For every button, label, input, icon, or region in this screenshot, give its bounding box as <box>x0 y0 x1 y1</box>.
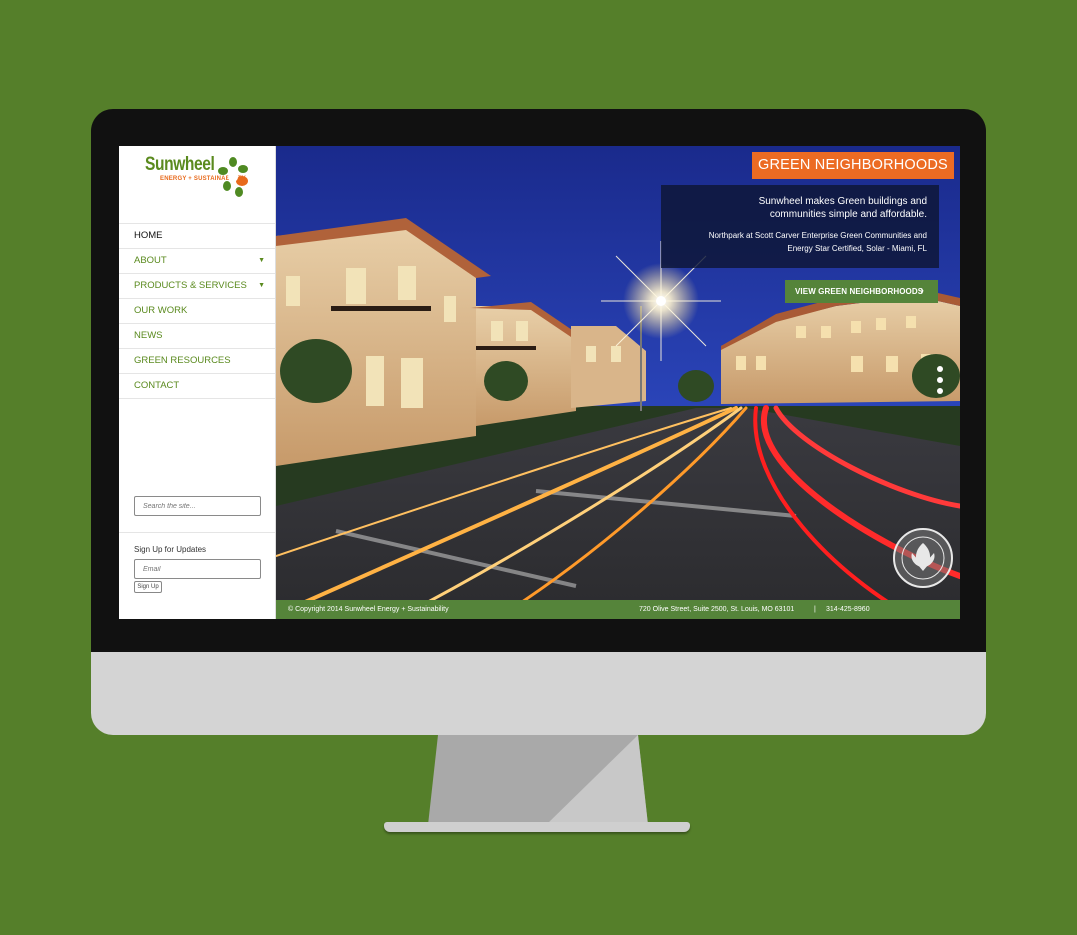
nav-item-contact[interactable]: CONTACT <box>119 374 275 399</box>
usgbc-member-badge <box>893 528 953 588</box>
slide-pagination <box>937 366 945 399</box>
hero-category-tag: GREEN NEIGHBORHOODS <box>752 152 954 179</box>
hero-headline: Sunwheel makes Green buildings and commu… <box>758 196 927 220</box>
slide-dot[interactable] <box>937 388 943 394</box>
caret-down-icon[interactable]: ▼ <box>258 249 265 273</box>
caret-down-icon[interactable]: ▼ <box>258 274 265 298</box>
site-footer: © Copyright 2014 Sunwheel Energy + Susta… <box>276 600 960 619</box>
nav-item-news[interactable]: NEWS <box>119 324 275 349</box>
copyright-text: © Copyright 2014 Sunwheel Energy + Susta… <box>288 606 449 613</box>
hero-slideshow: GREEN NEIGHBORHOODS Sunwheel makes Green… <box>276 146 960 619</box>
sunwheel-logo[interactable]: Sunwheel ENERGY + SUSTAINABILITY <box>145 152 255 200</box>
nav-item-our-work[interactable]: OUR WORK <box>119 299 275 324</box>
nav-item-home[interactable]: HOME <box>119 224 275 249</box>
slide-dot[interactable] <box>937 377 943 383</box>
hero-caption: Sunwheel makes Green buildings and commu… <box>661 185 939 268</box>
nav-item-about[interactable]: ABOUT ▼ <box>119 249 275 274</box>
footer-separator: | <box>814 606 816 613</box>
sunwheel-leaf-icon <box>218 157 248 197</box>
nav-item-products-services[interactable]: PRODUCTS & SERVICES ▼ <box>119 274 275 299</box>
monitor-stand-base <box>384 822 690 832</box>
chevron-right-icon: › <box>920 285 924 297</box>
sidebar: Sunwheel ENERGY + SUSTAINABILITY HOME AB… <box>119 146 276 619</box>
monitor-chin <box>91 652 986 735</box>
sign-up-button[interactable]: Sign Up <box>134 581 162 593</box>
email-field[interactable] <box>134 559 261 579</box>
divider <box>119 532 275 533</box>
hero-subcaption: Northpark at Scott Carver Enterprise Gre… <box>708 231 927 253</box>
nav-item-green-resources[interactable]: GREEN RESOURCES <box>119 349 275 374</box>
monitor-stand <box>428 735 648 825</box>
search-input[interactable] <box>134 496 261 516</box>
main-nav: HOME ABOUT ▼ PRODUCTS & SERVICES ▼ OUR WOR… <box>119 223 275 399</box>
phone-link[interactable]: 314-425-8960 <box>826 600 870 619</box>
address-text: 720 Olive Street, Suite 2500, St. Louis,… <box>639 606 795 613</box>
logo-wordmark: Sunwheel <box>145 154 215 175</box>
slide-dot[interactable] <box>937 366 943 372</box>
view-green-neighborhoods-button[interactable]: VIEW GREEN NEIGHBORHOODS › <box>785 280 938 303</box>
website-screen: Sunwheel ENERGY + SUSTAINABILITY HOME AB… <box>119 146 960 619</box>
signup-label: Sign Up for Updates <box>134 545 207 554</box>
